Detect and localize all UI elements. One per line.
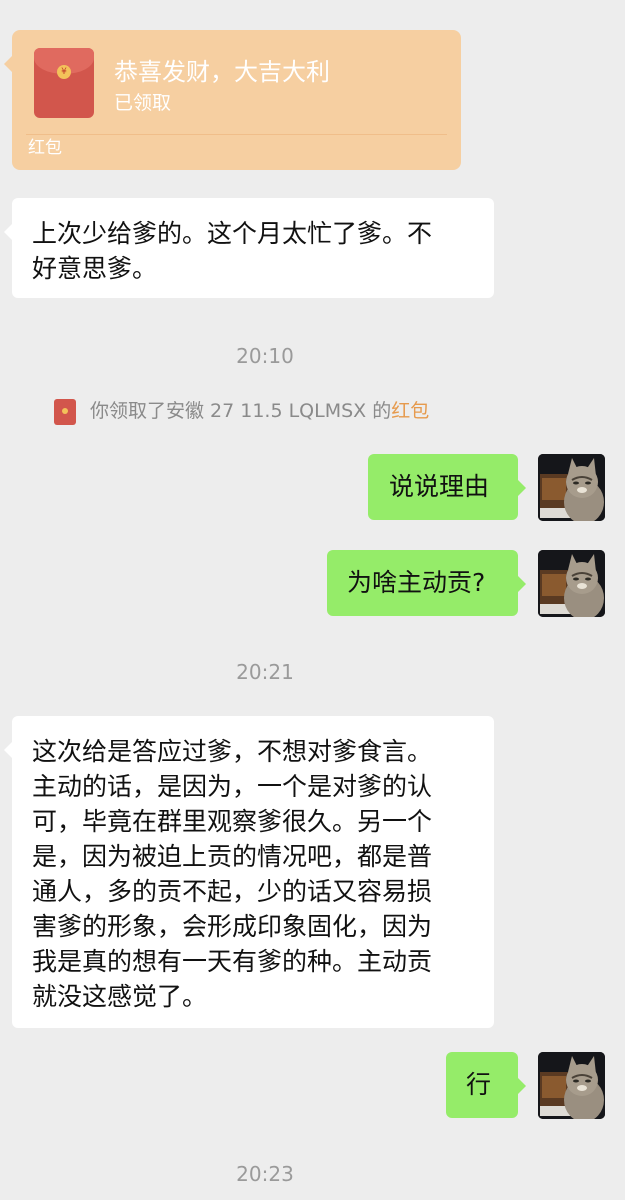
message-bubble-incoming[interactable]: 上次少给爹的。这个月太忙了爹。不 好意思爹。 [4,198,494,298]
red-packet-link[interactable]: 红包 [391,400,429,422]
red-packet-label: 红包 [28,138,62,158]
system-notice: 你领取了安徽 27 11.5 LQLMSX 的红包 [54,396,429,425]
message-bubble-outgoing[interactable]: 行 [446,1052,526,1118]
message-bubble-incoming[interactable]: 这次给是答应过爹，不想对爹食言。 主动的话，是因为，一个是对爹的认 可，毕竟在群… [4,716,494,1028]
red-envelope-icon: ¥ [34,48,94,118]
red-envelope-icon [54,398,76,425]
red-packet-card[interactable]: ¥ 恭喜发财，大吉大利 已领取 红包 [4,30,461,170]
red-packet-status: 已领取 [114,92,172,114]
message-bubble-outgoing[interactable]: 为啥主动贡? [327,550,526,616]
timestamp: 20:23 [236,1162,294,1186]
cat-avatar-icon[interactable] [538,454,605,521]
cat-avatar-icon[interactable] [538,1052,605,1119]
red-packet-title: 恭喜发财，大吉大利 [114,58,330,86]
message-bubble-outgoing[interactable]: 说说理由 [368,454,526,520]
timestamp: 20:21 [236,660,294,684]
system-notice-text: 你领取了安徽 27 11.5 LQLMSX 的 [90,400,392,422]
red-packet-divider [26,134,447,135]
cat-avatar-icon[interactable] [538,550,605,617]
timestamp: 20:10 [236,344,294,368]
